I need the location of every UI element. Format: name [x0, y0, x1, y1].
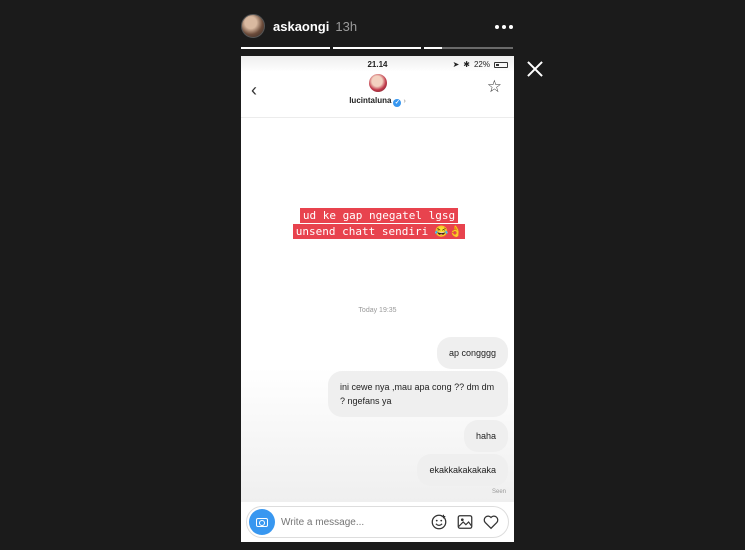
- story-time: 13h: [335, 18, 358, 34]
- story-media: 21.14 ➤ ✱ 22% ‹ lucintaluna ✓ › ☆ ud ke ga…: [241, 56, 514, 542]
- message-composer: [246, 506, 509, 538]
- contact-name-row[interactable]: lucintaluna ✓ ›: [241, 96, 514, 107]
- battery-icon: [494, 61, 508, 68]
- camera-icon: [256, 517, 268, 527]
- chat-timestamp: Today 19:35: [358, 307, 397, 314]
- progress-segment: [241, 47, 330, 49]
- story-caption: ud ke gap ngegatel lgsg unsend chatt sen…: [269, 208, 489, 240]
- location-icon: ➤: [452, 60, 460, 69]
- caption-line: ud ke gap ngegatel lgsg: [299, 208, 459, 223]
- chevron-right-icon: ›: [403, 98, 406, 105]
- emoji-icon[interactable]: [430, 513, 448, 531]
- story-username[interactable]: askaongi: [273, 19, 329, 34]
- dm-header: ‹ lucintaluna ✓ › ☆: [241, 72, 514, 118]
- user-avatar[interactable]: [241, 14, 265, 38]
- seen-indicator: Seen: [491, 489, 506, 495]
- message-bubble: ini cewe nya ,mau apa cong ?? dm dm ? ng…: [328, 371, 508, 417]
- progress-segment: [332, 47, 422, 49]
- heart-icon[interactable]: [482, 513, 500, 531]
- gallery-icon[interactable]: [456, 513, 474, 531]
- progress-segment: [424, 47, 514, 49]
- contact-avatar[interactable]: [369, 74, 387, 92]
- caption-line: unsend chatt sendiri 😂👌: [292, 224, 466, 239]
- phone-status-bar: 21.14 ➤ ✱ 22%: [241, 56, 514, 72]
- message-bubble: haha: [463, 420, 508, 452]
- close-icon[interactable]: [526, 60, 544, 78]
- bluetooth-icon: ✱: [463, 60, 470, 69]
- battery-percent: 22%: [473, 60, 490, 69]
- camera-button[interactable]: [249, 509, 275, 535]
- message-bubble: ap congggg: [436, 337, 508, 369]
- chat-area: ud ke gap ngegatel lgsg unsend chatt sen…: [241, 118, 514, 502]
- star-icon[interactable]: ☆: [487, 77, 502, 97]
- message-bubble: ekakkakakakaka: [417, 454, 508, 486]
- contact-name: lucintaluna: [349, 96, 392, 105]
- status-indicators: ➤ ✱ 22%: [453, 60, 508, 69]
- story-progress: [241, 47, 514, 49]
- message-input[interactable]: [281, 516, 430, 528]
- verified-icon: ✓: [393, 99, 402, 107]
- story-header: askaongi 13h: [241, 12, 513, 40]
- more-options-icon[interactable]: [492, 16, 513, 30]
